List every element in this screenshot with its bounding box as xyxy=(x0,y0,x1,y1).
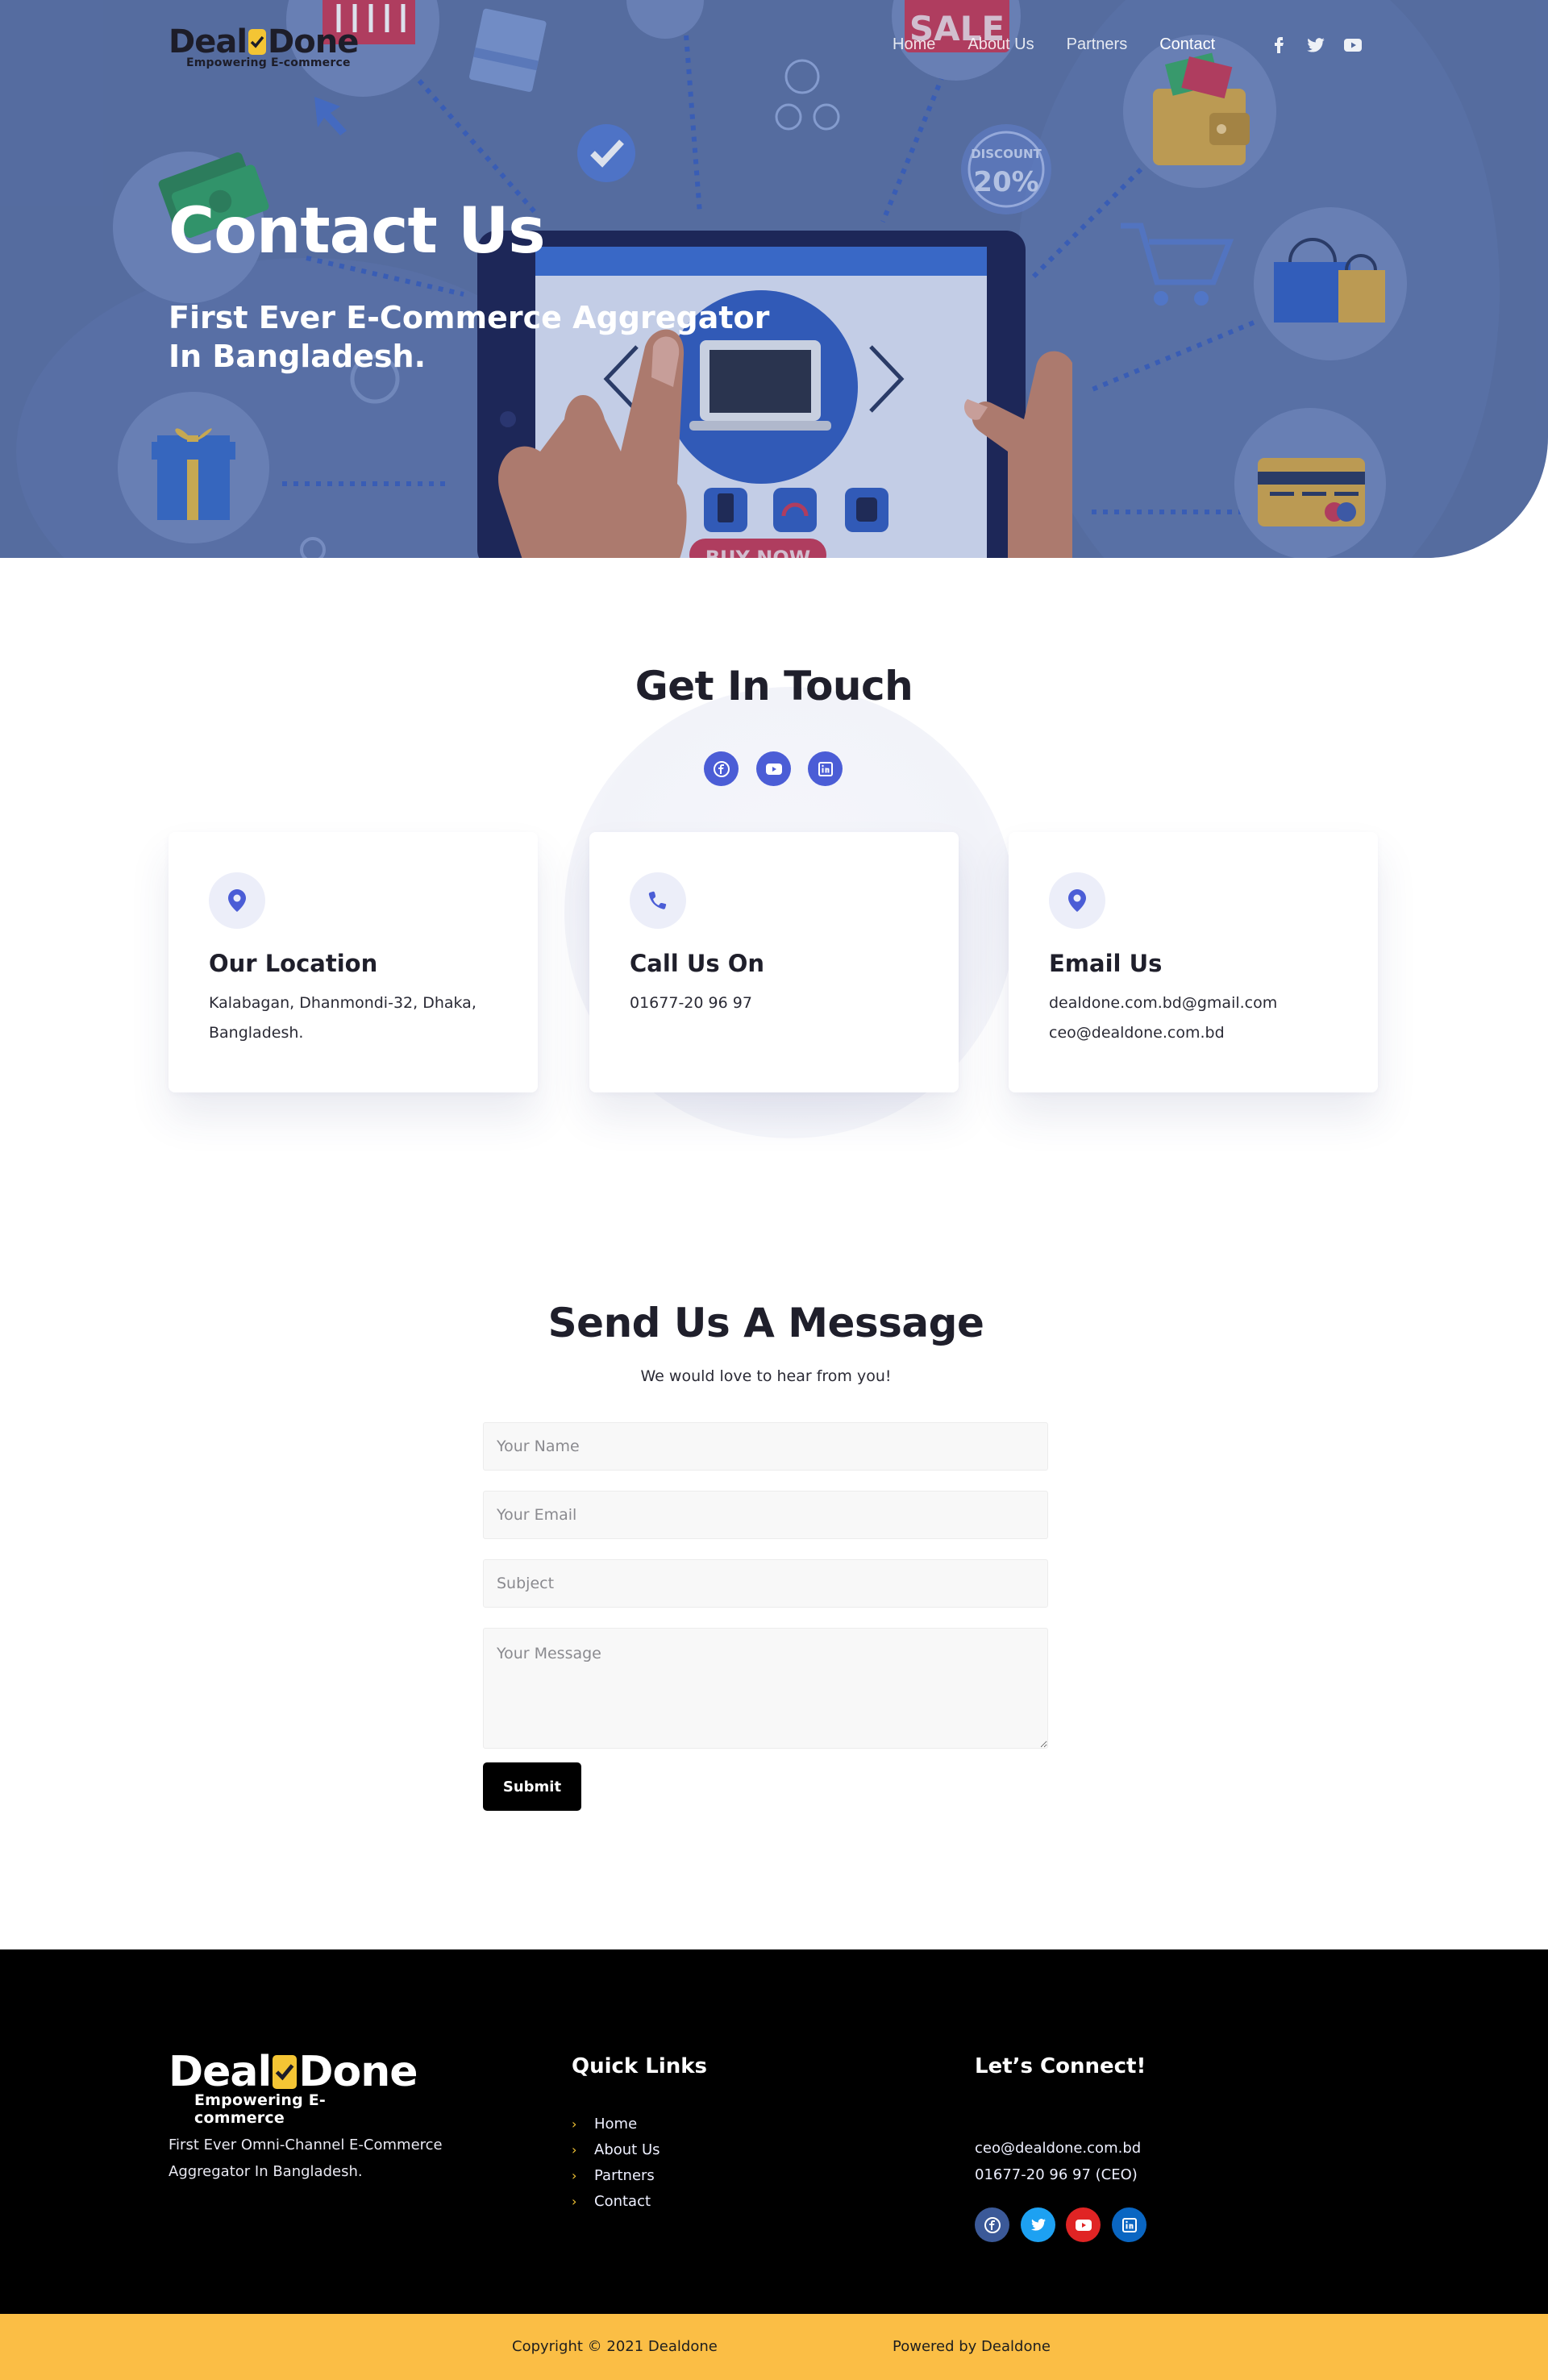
facebook-icon[interactable] xyxy=(1269,35,1288,55)
facebook-icon[interactable] xyxy=(704,751,739,786)
nav-contact[interactable]: Contact xyxy=(1159,35,1215,54)
site-footer: Deal Done Empowering E-commerce First Ev… xyxy=(0,1949,1548,2314)
email-field[interactable] xyxy=(483,1491,1048,1539)
copyright-bar: Copyright © 2021 Dealdone Powered by Dea… xyxy=(0,2314,1548,2380)
nav-about[interactable]: About Us xyxy=(968,35,1034,54)
site-logo[interactable]: Deal Done Empowering E-commerce xyxy=(169,23,359,71)
nav-partners[interactable]: Partners xyxy=(1067,35,1128,54)
connect-title: Let’s Connect! xyxy=(975,2054,1146,2078)
header-social xyxy=(1269,35,1363,55)
page-title: Contact Us xyxy=(169,195,546,268)
phone-icon xyxy=(630,872,686,929)
youtube-icon[interactable] xyxy=(1343,35,1363,55)
quick-links-title: Quick Links xyxy=(572,2054,708,2078)
contact-form-section: Send Us A Message We would love to hear … xyxy=(0,1259,1548,1949)
email-card: Email Us dealdone.com.bd@gmail.com ceo@d… xyxy=(1009,832,1378,1092)
main-nav: Home About Us Partners Contact xyxy=(893,35,1247,54)
phone-line-1[interactable]: 01677-20 96 97 xyxy=(630,994,752,1012)
powered-by-text[interactable]: Powered by Dealdone xyxy=(893,2338,1051,2355)
logo-word-deal: Deal xyxy=(169,23,248,60)
quick-links-list: › Home › About Us › Partners › Contact xyxy=(572,2111,660,2214)
footer-link-label[interactable]: Partners xyxy=(594,2167,655,2184)
logo-tagline: Empowering E-commerce xyxy=(186,56,351,69)
chevron-right-icon: › xyxy=(572,2141,577,2157)
phone-number[interactable]: 01677-20 96 97 xyxy=(630,988,918,1018)
address-line-2: Bangladesh. xyxy=(209,1024,304,1042)
logo-tagline: Empowering E-commerce xyxy=(194,2091,326,2127)
footer-logo[interactable]: Deal Done Empowering E-commerce xyxy=(169,2048,418,2127)
logo-word-done: Done xyxy=(268,23,359,60)
location-address: Kalabagan, Dhanmondi-32, Dhaka, Banglade… xyxy=(209,988,497,1048)
message-field[interactable] xyxy=(483,1628,1048,1749)
checkmark-icon xyxy=(248,29,267,55)
chevron-right-icon: › xyxy=(572,2193,577,2209)
linkedin-icon[interactable] xyxy=(808,751,843,786)
footer-contact: ceo@dealdone.com.bd 01677-20 96 97 (CEO) xyxy=(975,2135,1141,2188)
message-title: Send Us A Message xyxy=(547,1300,984,1346)
email-addresses: dealdone.com.bd@gmail.com ceo@dealdone.c… xyxy=(1049,988,1338,1048)
twitter-icon[interactable] xyxy=(1306,35,1325,55)
location-pin-icon xyxy=(209,872,265,929)
footer-link-home[interactable]: › Home xyxy=(572,2111,660,2137)
hero-banner: SALE DISCOUNT 20% BUY NOW Deal Done Empo… xyxy=(0,0,1548,558)
footer-description: First Ever Omni-Channel E-Commerce Aggre… xyxy=(169,2137,443,2180)
hero-subtitle: First Ever E-Commerce Aggregator In Bang… xyxy=(169,300,770,374)
location-card: Our Location Kalabagan, Dhanmondi-32, Dh… xyxy=(169,832,538,1092)
email-line-2[interactable]: ceo@dealdone.com.bd xyxy=(1049,1024,1225,1042)
get-in-touch-section: Get In Touch Our Location Kalabagan, Dha… xyxy=(0,558,1548,1259)
logo-word-deal: Deal xyxy=(169,2048,272,2096)
subject-field[interactable] xyxy=(483,1559,1048,1608)
hero-overlay xyxy=(0,0,1548,558)
nav-home[interactable]: Home xyxy=(893,35,935,54)
location-card-title: Our Location xyxy=(209,950,378,977)
name-field[interactable] xyxy=(483,1422,1048,1471)
location-pin-icon xyxy=(1049,872,1105,929)
footer-link-partners[interactable]: › Partners xyxy=(572,2162,660,2188)
footer-link-label[interactable]: Contact xyxy=(594,2193,651,2210)
logo-word-done: Done xyxy=(298,2048,418,2096)
chevron-right-icon: › xyxy=(572,2167,577,2183)
address-line-1: Kalabagan, Dhanmondi-32, Dhaka, xyxy=(209,994,476,1012)
youtube-icon[interactable] xyxy=(756,751,791,786)
youtube-icon[interactable] xyxy=(1066,2207,1101,2242)
twitter-icon[interactable] xyxy=(1021,2207,1055,2242)
copyright-text: Copyright © 2021 Dealdone xyxy=(512,2338,718,2355)
email-card-title: Email Us xyxy=(1049,950,1163,977)
email-line-1[interactable]: dealdone.com.bd@gmail.com xyxy=(1049,994,1277,1012)
get-in-touch-title: Get In Touch xyxy=(635,663,913,709)
footer-phone[interactable]: 01677-20 96 97 (CEO) xyxy=(975,2162,1141,2188)
call-card-title: Call Us On xyxy=(630,950,765,977)
message-lead: We would love to hear from you! xyxy=(640,1367,892,1385)
footer-link-label[interactable]: Home xyxy=(594,2116,637,2132)
checkmark-icon xyxy=(273,2055,298,2089)
footer-link-contact[interactable]: › Contact xyxy=(572,2188,660,2214)
footer-link-label[interactable]: About Us xyxy=(594,2141,660,2158)
footer-link-about[interactable]: › About Us xyxy=(572,2137,660,2162)
linkedin-icon[interactable] xyxy=(1112,2207,1146,2242)
facebook-icon[interactable] xyxy=(975,2207,1009,2242)
call-card: Call Us On 01677-20 96 97 xyxy=(589,832,959,1092)
submit-button[interactable]: Submit xyxy=(483,1762,581,1811)
footer-email[interactable]: ceo@dealdone.com.bd xyxy=(975,2135,1141,2162)
chevron-right-icon: › xyxy=(572,2116,577,2132)
